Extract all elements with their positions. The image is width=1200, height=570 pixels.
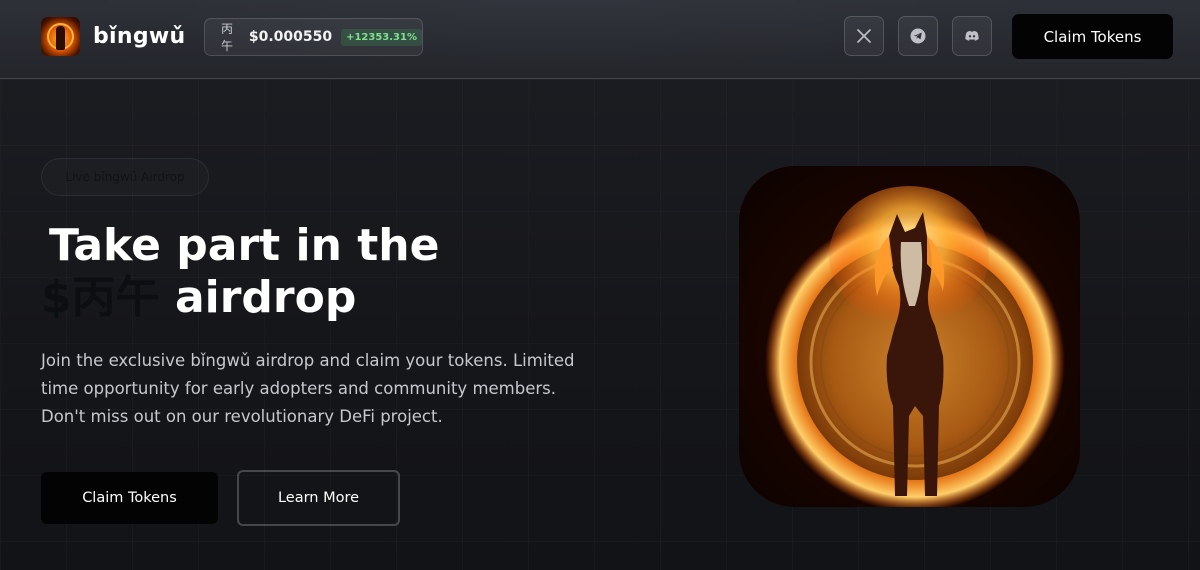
hero-title-line1: Take part in the xyxy=(49,220,440,271)
brand-name: bǐngwǔ xyxy=(93,24,186,49)
live-airdrop-badge: Live bǐngwǔ Airdrop xyxy=(41,158,209,196)
x-link[interactable] xyxy=(844,16,884,56)
fire-horse-coin-image xyxy=(739,166,1080,507)
telegram-icon xyxy=(910,28,926,44)
telegram-link[interactable] xyxy=(898,16,938,56)
hero-title: Take part in the $丙午 airdrop xyxy=(41,220,661,324)
hero-title-token: $丙午 xyxy=(41,272,160,323)
discord-link[interactable] xyxy=(952,16,992,56)
claim-tokens-button[interactable]: Claim Tokens xyxy=(41,472,218,524)
hero-title-rest: airdrop xyxy=(159,272,357,323)
claim-tokens-nav-button[interactable]: Claim Tokens xyxy=(1012,14,1173,59)
top-navbar: bǐngwǔ 丙午 $0.000550 +12353.31% Claim Tok… xyxy=(0,0,1200,79)
ticker-price: $0.000550 xyxy=(248,29,333,45)
ticker-change-badge: +12353.31% xyxy=(341,28,422,46)
x-icon xyxy=(857,29,871,43)
ticker-symbol: 丙午 xyxy=(221,22,234,53)
learn-more-button[interactable]: Learn More xyxy=(237,470,400,526)
brand-logo[interactable]: bǐngwǔ xyxy=(41,17,186,56)
discord-icon xyxy=(965,30,979,41)
price-ticker: 丙午 $0.000550 +12353.31% xyxy=(204,18,423,56)
hero-description: Join the exclusive bǐngwǔ airdrop and cl… xyxy=(41,351,575,426)
logo-image xyxy=(41,17,80,56)
